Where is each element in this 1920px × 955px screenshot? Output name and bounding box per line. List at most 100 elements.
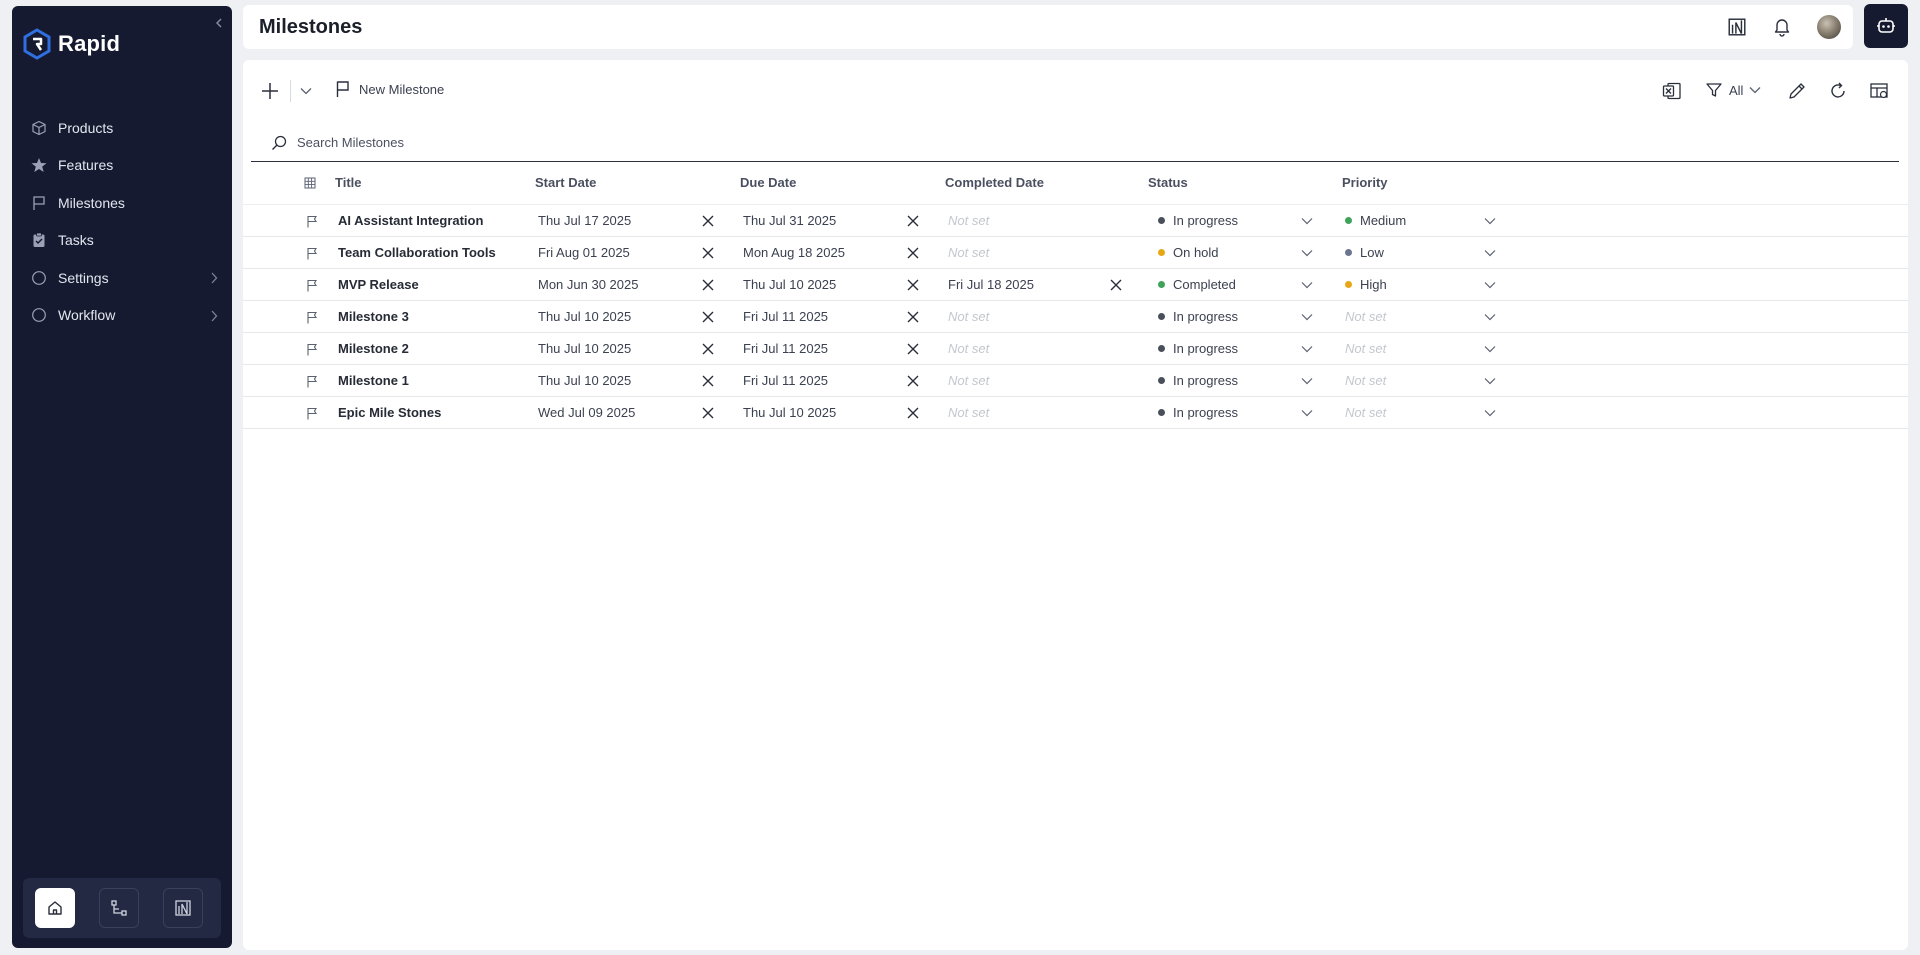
table-row[interactable]: Milestone 1 Thu Jul 10 2025 Fri Jul 11 202… [243,365,1908,397]
start-date-value[interactable]: Wed Jul 09 2025 [538,405,635,420]
clear-due-date-icon[interactable] [906,278,920,292]
table-row[interactable]: Milestone 2 Thu Jul 10 2025 Fri Jul 11 202… [243,333,1908,365]
clear-start-date-icon[interactable] [701,406,715,420]
priority-chevron-down-icon[interactable] [1483,246,1497,260]
user-avatar[interactable] [1817,15,1841,39]
milestone-title[interactable]: MVP Release [338,277,419,292]
status-chevron-down-icon[interactable] [1300,278,1314,292]
status-select[interactable]: On hold [1158,245,1219,260]
milestone-title[interactable]: Milestone 2 [338,341,409,356]
status-chevron-down-icon[interactable] [1300,374,1314,388]
table-row[interactable]: Team Collaboration Tools Fri Aug 01 2025 M… [243,237,1908,269]
status-chevron-down-icon[interactable] [1300,310,1314,324]
status-chevron-down-icon[interactable] [1300,342,1314,356]
priority-chevron-down-icon[interactable] [1483,310,1497,324]
completed-date-value[interactable]: Not set [948,245,989,260]
clear-due-date-icon[interactable] [906,310,920,324]
export-excel-button[interactable] [1661,80,1683,102]
milestone-title[interactable]: Milestone 3 [338,309,409,324]
table-row[interactable]: AI Assistant Integration Thu Jul 17 2025 T… [243,205,1908,237]
status-chevron-down-icon[interactable] [1300,214,1314,228]
refresh-button[interactable] [1827,80,1849,102]
status-select[interactable]: In progress [1158,373,1238,388]
milestone-title[interactable]: Milestone 1 [338,373,409,388]
completed-date-value[interactable]: Not set [948,309,989,324]
priority-chevron-down-icon[interactable] [1483,406,1497,420]
milestone-title[interactable]: AI Assistant Integration [338,213,483,228]
clear-start-date-icon[interactable] [701,310,715,324]
due-date-value[interactable]: Thu Jul 10 2025 [743,277,836,292]
ai-assistant-button[interactable] [1864,4,1908,48]
due-date-value[interactable]: Thu Jul 31 2025 [743,213,836,228]
add-button[interactable] [259,80,281,102]
due-date-value[interactable]: Mon Aug 18 2025 [743,245,845,260]
completed-date-value[interactable]: Fri Jul 18 2025 [948,277,1034,292]
milestone-title[interactable]: Team Collaboration Tools [338,245,496,260]
analytics-header-button[interactable] [1726,16,1748,38]
start-date-value[interactable]: Thu Jul 17 2025 [538,213,631,228]
status-select[interactable]: In progress [1158,213,1238,228]
priority-select[interactable]: Medium [1345,213,1406,228]
status-select[interactable]: Completed [1158,277,1236,292]
start-date-value[interactable]: Thu Jul 10 2025 [538,309,631,324]
sidebar-item-settings[interactable]: Settings [12,259,232,297]
table-row[interactable]: MVP Release Mon Jun 30 2025 Thu Jul 10 202… [243,269,1908,301]
filter-dropdown[interactable]: All [1705,81,1761,99]
due-date-value[interactable]: Fri Jul 11 2025 [743,373,828,388]
start-date-value[interactable]: Thu Jul 10 2025 [538,373,631,388]
column-header-start-date[interactable]: Start Date [535,175,596,190]
status-chevron-down-icon[interactable] [1300,246,1314,260]
priority-select[interactable]: High [1345,277,1387,292]
notifications-button[interactable] [1771,16,1793,38]
clear-due-date-icon[interactable] [906,214,920,228]
columns-settings-button[interactable] [1868,80,1890,102]
app-logo[interactable]: Rapid [22,28,120,60]
clear-start-date-icon[interactable] [701,342,715,356]
edit-button[interactable] [1786,80,1808,102]
clear-start-date-icon[interactable] [701,246,715,260]
clear-due-date-icon[interactable] [906,374,920,388]
clear-due-date-icon[interactable] [906,246,920,260]
clear-due-date-icon[interactable] [906,406,920,420]
priority-select[interactable]: Not set [1345,405,1386,420]
select-all-grid-icon[interactable] [303,176,317,190]
column-header-priority[interactable]: Priority [1342,175,1388,190]
sidebar-item-features[interactable]: Features [12,147,232,185]
clear-start-date-icon[interactable] [701,214,715,228]
priority-chevron-down-icon[interactable] [1483,214,1497,228]
completed-date-value[interactable]: Not set [948,213,989,228]
priority-select[interactable]: Not set [1345,309,1386,324]
status-select[interactable]: In progress [1158,341,1238,356]
add-dropdown-button[interactable] [299,84,313,98]
milestone-title[interactable]: Epic Mile Stones [338,405,441,420]
completed-date-value[interactable]: Not set [948,341,989,356]
priority-chevron-down-icon[interactable] [1483,278,1497,292]
due-date-value[interactable]: Fri Jul 11 2025 [743,309,828,324]
sidebar-item-milestones[interactable]: Milestones [12,184,232,222]
start-date-value[interactable]: Thu Jul 10 2025 [538,341,631,356]
start-date-value[interactable]: Mon Jun 30 2025 [538,277,638,292]
workflow-diagram-button[interactable] [99,888,139,928]
priority-select[interactable]: Not set [1345,373,1386,388]
priority-chevron-down-icon[interactable] [1483,342,1497,356]
completed-date-value[interactable]: Not set [948,373,989,388]
collapse-sidebar-icon[interactable] [212,16,226,30]
search-input[interactable] [297,135,697,150]
sidebar-item-workflow[interactable]: Workflow [12,297,232,335]
status-select[interactable]: In progress [1158,309,1238,324]
clear-due-date-icon[interactable] [906,342,920,356]
sidebar-item-products[interactable]: Products [12,109,232,147]
priority-chevron-down-icon[interactable] [1483,374,1497,388]
column-header-status[interactable]: Status [1148,175,1188,190]
due-date-value[interactable]: Thu Jul 10 2025 [743,405,836,420]
clear-completed-date-icon[interactable] [1109,278,1123,292]
column-header-due-date[interactable]: Due Date [740,175,796,190]
table-row[interactable]: Epic Mile Stones Wed Jul 09 2025 Thu Jul 1… [243,397,1908,429]
priority-select[interactable]: Not set [1345,341,1386,356]
priority-select[interactable]: Low [1345,245,1384,260]
clear-start-date-icon[interactable] [701,278,715,292]
due-date-value[interactable]: Fri Jul 11 2025 [743,341,828,356]
analytics-button[interactable] [163,888,203,928]
new-milestone-button[interactable]: New Milestone [335,80,444,98]
status-chevron-down-icon[interactable] [1300,406,1314,420]
